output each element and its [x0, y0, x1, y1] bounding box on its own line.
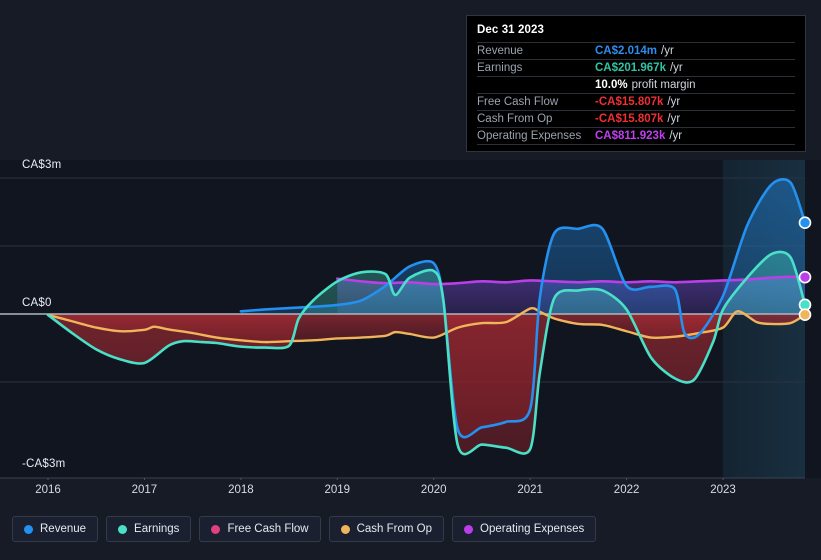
x-axis-label-2019: 2019 — [324, 484, 351, 496]
legend-item-cash-from-op[interactable]: Cash From Op — [328, 516, 445, 542]
chart-page: CA$3m CA$0 -CA$3m 2016 2017 2018 2019 2020 20… — [0, 0, 821, 560]
tooltip-row-value: CA$201.967k — [595, 62, 666, 74]
chart-svg — [0, 160, 821, 480]
legend-item-label: Operating Expenses — [480, 523, 585, 535]
legend-item-free-cash-flow[interactable]: Free Cash Flow — [199, 516, 321, 542]
legend-color-dot-icon — [24, 524, 33, 534]
tooltip-rows: Revenue CA$2.014m/yr Earnings CA$201.967k/y… — [477, 42, 795, 144]
tooltip-row: Operating Expenses CA$811.923k/yr — [477, 127, 795, 144]
x-axis-label-2022: 2022 — [613, 484, 640, 496]
x-axis-label-2017: 2017 — [131, 484, 158, 496]
chart-plot-area — [0, 160, 821, 480]
endpoint-marker-operating-expenses — [798, 270, 812, 284]
legend-color-dot-icon — [118, 524, 128, 534]
tooltip-row-label: Revenue — [477, 45, 524, 57]
legend-item-label: Cash From Op — [356, 523, 433, 535]
tooltip-row-value: 10.0% — [595, 79, 628, 91]
chart-legend: Revenue Earnings Free Cash Flow Cash From O… — [12, 516, 597, 542]
x-axis-labels: 2016 2017 2018 2019 2020 2021 2022 2023 — [0, 484, 821, 502]
endpoint-marker-revenue — [798, 216, 812, 229]
tooltip-row-unit: /yr — [667, 96, 681, 108]
tooltip-row-label: Earnings — [477, 62, 523, 74]
tooltip-row-value: -CA$15.807k — [595, 96, 664, 108]
legend-item-revenue[interactable]: Revenue — [12, 516, 99, 542]
tooltip-row-unit: /yr — [669, 62, 683, 74]
endpoint-marker-cash-from-op — [798, 308, 812, 322]
tooltip-row-value: CA$811.923k — [595, 130, 666, 142]
data-tooltip: Dec 31 2023 Revenue CA$2.014m/yr Earnings C… — [466, 15, 806, 152]
legend-item-label: Revenue — [40, 523, 87, 535]
y-axis-label-top: CA$3m — [22, 159, 62, 171]
tooltip-row-label: Cash From Op — [477, 113, 553, 125]
tooltip-row: Free Cash Flow -CA$15.807k/yr — [477, 93, 795, 110]
x-axis-label-2020: 2020 — [420, 484, 447, 496]
legend-item-label: Earnings — [134, 523, 180, 535]
legend-item-earnings[interactable]: Earnings — [106, 516, 192, 542]
x-axis-label-2023: 2023 — [710, 484, 736, 496]
y-axis-label-bottom: -CA$3m — [22, 458, 66, 470]
tooltip-row-value: -CA$15.807k — [595, 113, 664, 125]
tooltip-date: Dec 31 2023 — [477, 24, 544, 36]
tooltip-row-unit: /yr — [661, 45, 674, 57]
tooltip-bottom-rule — [477, 144, 795, 147]
tooltip-row-unit: profit margin — [631, 79, 696, 91]
legend-color-dot-icon — [211, 524, 221, 534]
tooltip-row-unit: /yr — [667, 113, 681, 125]
y-axis-label-zero: CA$0 — [22, 297, 52, 309]
tooltip-row-unit: /yr — [669, 130, 683, 142]
legend-color-dot-icon — [464, 524, 474, 534]
x-axis-label-2016: 2016 — [35, 484, 61, 496]
tooltip-row-value: CA$2.014m — [595, 45, 658, 57]
x-axis-label-2018: 2018 — [228, 484, 254, 496]
tooltip-row-label: Free Cash Flow — [477, 96, 559, 108]
tooltip-row: Cash From Op -CA$15.807k/yr — [477, 110, 795, 127]
tooltip-row: 10.0% profit margin — [477, 76, 795, 93]
tooltip-row-label: Operating Expenses — [477, 130, 582, 142]
tooltip-row: Revenue CA$2.014m/yr — [477, 42, 795, 59]
legend-item-label: Free Cash Flow — [227, 523, 309, 535]
legend-item-operating-expenses[interactable]: Operating Expenses — [452, 516, 597, 542]
x-axis-label-2021: 2021 — [517, 484, 543, 496]
legend-color-dot-icon — [340, 524, 350, 534]
tooltip-row: Earnings CA$201.967k/yr — [477, 59, 795, 76]
